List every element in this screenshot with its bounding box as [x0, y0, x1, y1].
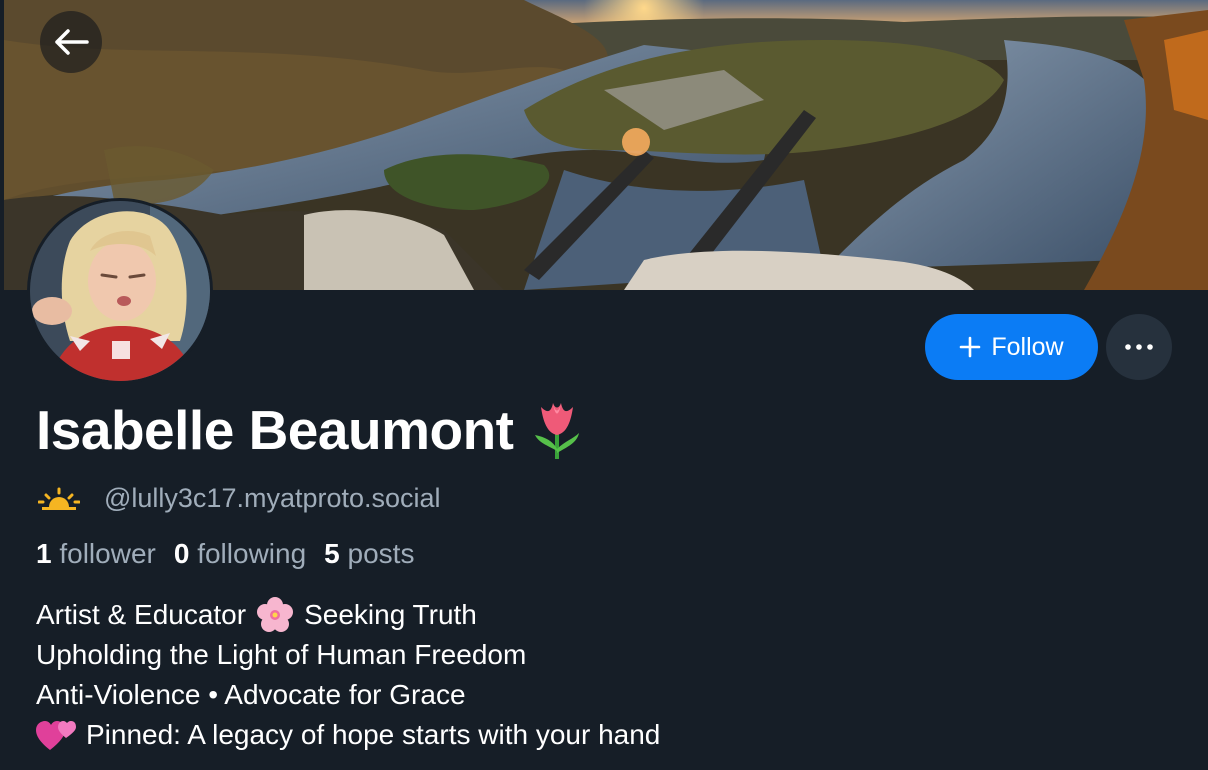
bio-line-1-start: Artist & Educator [36, 599, 247, 630]
bio-line: Pinned: A legacy of hope starts with you… [36, 715, 660, 755]
bio-line-1-end: Seeking Truth [304, 599, 477, 630]
avatar-photo [30, 201, 210, 381]
followers-label: follower [59, 538, 156, 569]
bio-line: Upholding the Light of Human Freedom [36, 635, 660, 675]
cherry-blossom-icon [257, 597, 294, 632]
posts-count: 5 [324, 538, 340, 569]
posts-stat: 5 posts [324, 538, 414, 570]
followers-stat[interactable]: 1 follower [36, 538, 156, 570]
display-name: Isabelle Beaumont [36, 398, 583, 462]
arrow-left-icon [55, 29, 89, 55]
handle-text[interactable]: @lully3c17.myatproto.social [104, 483, 441, 514]
back-button[interactable] [40, 11, 102, 73]
ellipsis-icon [1125, 344, 1153, 350]
bio-line-4: Pinned: A legacy of hope starts with you… [86, 719, 661, 750]
followers-count: 1 [36, 538, 52, 569]
following-label: following [197, 538, 307, 569]
following-stat[interactable]: 0 following [174, 538, 306, 570]
plus-icon [960, 336, 981, 358]
more-options-button[interactable] [1106, 314, 1172, 380]
display-name-text: Isabelle Beaumont [36, 399, 514, 461]
handle-row: @lully3c17.myatproto.social [38, 483, 441, 514]
follow-button[interactable]: Follow [925, 314, 1098, 380]
sunrise-icon [38, 487, 80, 510]
two-hearts-icon [36, 721, 76, 750]
posts-label: posts [347, 538, 415, 569]
profile-page: Follow Isabelle Beaumont @lully3c17.myat… [4, 0, 1208, 770]
bio-line-2: Upholding the Light of Human Freedom [36, 639, 527, 670]
bio-line: Artist & Educator Seeking Truth [36, 595, 660, 635]
bio-line: Anti-Violence • Advocate for Grace [36, 675, 660, 715]
following-count: 0 [173, 538, 190, 569]
follow-button-label: Follow [991, 332, 1064, 361]
tulip-icon [535, 403, 580, 459]
avatar[interactable] [27, 198, 213, 384]
bio-line-3: Anti-Violence • Advocate for Grace [36, 679, 466, 710]
profile-stats: 1 follower 0 following 5 posts [36, 538, 414, 570]
profile-bio: Artist & Educator Seeking Truth Upholdin… [36, 595, 660, 755]
